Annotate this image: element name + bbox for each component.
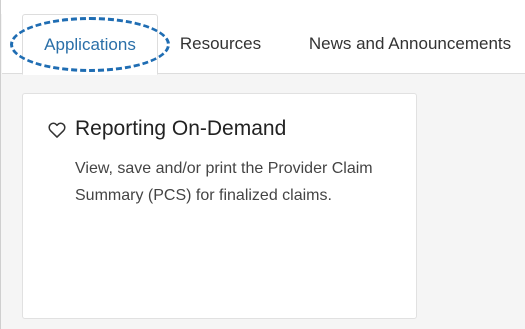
- tab-applications[interactable]: Applications: [22, 14, 158, 75]
- tab-news-and-announcements[interactable]: News and Announcements: [294, 14, 525, 74]
- page-frame: Applications Resources News and Announce…: [0, 0, 525, 329]
- card-description: View, save and/or print the Provider Cla…: [75, 160, 373, 204]
- heart-outline-icon[interactable]: [47, 120, 67, 140]
- tab-bar: Applications Resources News and Announce…: [2, 14, 525, 75]
- card-title[interactable]: Reporting On-Demand: [75, 117, 286, 141]
- top-strip: [1, 0, 525, 14]
- tab-resources[interactable]: Resources: [168, 14, 273, 74]
